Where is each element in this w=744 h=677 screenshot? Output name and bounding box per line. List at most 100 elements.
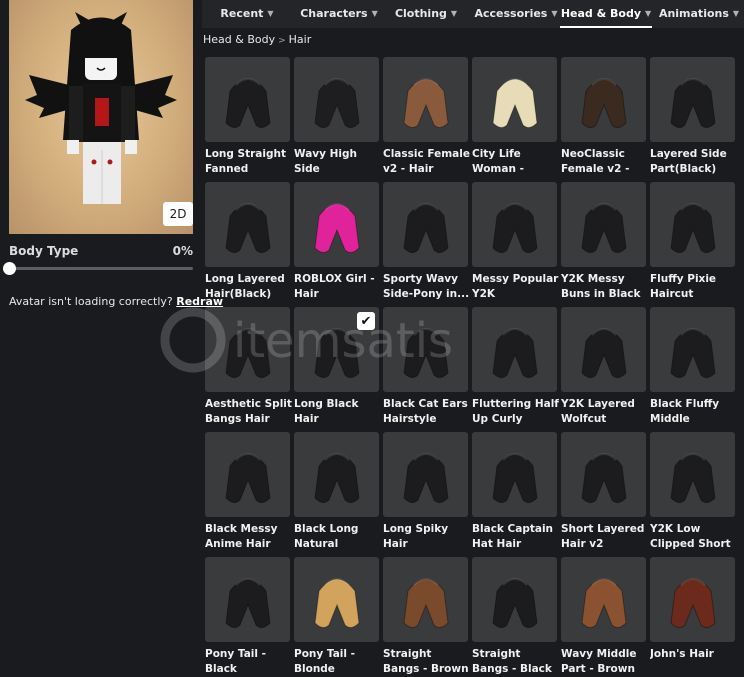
- item-card[interactable]: Y2K Messy Buns in Black: [561, 182, 646, 302]
- breadcrumb-separator: >: [278, 36, 286, 46]
- item-card[interactable]: Pony Tail - Black: [205, 557, 290, 677]
- item-thumbnail: [205, 182, 290, 267]
- item-name: Black Messy Anime Hair Buns: [205, 523, 278, 550]
- item-card[interactable]: Pony Tail - Blonde: [294, 557, 379, 677]
- body-type-slider-thumb[interactable]: [3, 262, 16, 275]
- item-thumbnail: [650, 557, 735, 642]
- item-name: Pony Tail - Blonde: [294, 648, 355, 675]
- item-thumbnail: [383, 432, 468, 517]
- item-card[interactable]: Straight Bangs - Black: [472, 557, 557, 677]
- item-name: Long Straight Fanned Hime...: [205, 148, 287, 175]
- item-name: ROBLOX Girl - Hair: [294, 273, 375, 300]
- hair-icon: [313, 202, 360, 253]
- hair-icon: [580, 452, 627, 503]
- item-card[interactable]: ✔ Long Black Hair: [294, 307, 379, 427]
- item-card[interactable]: Y2K Layered Wolfcut (Black): [561, 307, 646, 427]
- tab-label: Characters: [300, 6, 368, 20]
- item-card[interactable]: Aesthetic Split Bangs Hair in...: [205, 307, 292, 427]
- item-card[interactable]: Long Straight Fanned Hime...: [205, 57, 290, 177]
- item-thumbnail: [472, 557, 557, 642]
- item-card[interactable]: City Life Woman - Short Bob: [472, 57, 557, 177]
- item-card[interactable]: NeoClassic Female v2 - Hair: [561, 57, 646, 177]
- breadcrumb: Head & Body > Hair: [203, 33, 311, 46]
- tab-clothing[interactable]: Clothing ▼: [390, 0, 462, 26]
- avatar-preview[interactable]: 2D: [9, 0, 193, 234]
- item-grid: Long Straight Fanned Hime... Wavy High Si…: [205, 57, 741, 675]
- item-name: Pony Tail - Black: [205, 648, 266, 675]
- hair-icon: [491, 202, 538, 253]
- hair-icon: [402, 77, 449, 128]
- hair-icon: [491, 452, 538, 503]
- item-name: Fluttering Half Up Curly Hair...: [472, 398, 559, 425]
- hair-icon: [313, 452, 360, 503]
- item-thumbnail: [561, 57, 646, 142]
- item-thumbnail: [205, 557, 290, 642]
- item-card[interactable]: Long Layered Hair(Black): [205, 182, 290, 302]
- hair-icon: [224, 452, 271, 503]
- tab-animations[interactable]: Animations ▼: [654, 0, 744, 26]
- item-card[interactable]: Black Fluffy Middle Swept...: [650, 307, 735, 427]
- item-card[interactable]: Sporty Wavy Side-Pony in...: [383, 182, 469, 302]
- chevron-down-icon: ▼: [645, 8, 652, 18]
- item-card[interactable]: Black Long Natural Wavy...: [294, 432, 379, 552]
- tab-recent[interactable]: Recent ▼: [210, 0, 284, 26]
- hair-icon: [224, 577, 271, 628]
- item-thumbnail: [561, 182, 646, 267]
- item-thumbnail: [650, 57, 735, 142]
- tab-accessories[interactable]: Accessories ▼: [472, 0, 560, 26]
- item-card[interactable]: John's Hair: [650, 557, 735, 677]
- hair-icon: [669, 577, 716, 628]
- item-card[interactable]: ROBLOX Girl - Hair: [294, 182, 379, 302]
- item-card[interactable]: Fluttering Half Up Curly Hair...: [472, 307, 559, 427]
- item-name: Straight Bangs - Brown: [383, 648, 469, 675]
- chevron-down-icon: ▼: [371, 8, 378, 18]
- item-card[interactable]: Wavy High Side Ponytail(Black): [294, 57, 379, 177]
- item-name: Classic Female v2 - Hair: [383, 148, 470, 175]
- item-card[interactable]: Long Spiky Hair: [383, 432, 468, 552]
- tab-label: Head & Body: [560, 6, 642, 20]
- item-thumbnail: [383, 557, 468, 642]
- item-name: Fluffy Pixie Haircut (Black): [650, 273, 717, 300]
- tab-label: Accessories: [474, 6, 548, 20]
- body-type-slider[interactable]: [9, 267, 193, 270]
- item-thumbnail: [472, 182, 557, 267]
- item-thumbnail: [205, 307, 290, 392]
- hair-icon: [669, 77, 716, 128]
- item-card[interactable]: Short Layered Hair v2: [561, 432, 646, 552]
- item-thumbnail: [561, 432, 646, 517]
- tab-characters[interactable]: Characters ▼: [294, 0, 384, 26]
- item-thumbnail: [205, 432, 290, 517]
- chevron-down-icon: ▼: [732, 8, 740, 18]
- hair-icon: [224, 327, 271, 378]
- item-name: John's Hair: [650, 648, 714, 660]
- item-card[interactable]: Fluffy Pixie Haircut (Black): [650, 182, 735, 302]
- item-name: Y2K Layered Wolfcut (Black): [561, 398, 635, 425]
- item-card[interactable]: Black Messy Anime Hair Buns: [205, 432, 290, 552]
- hair-icon: [402, 327, 449, 378]
- item-name: Black Fluffy Middle Swept...: [650, 398, 720, 425]
- tab-label: Clothing: [394, 6, 447, 20]
- item-card[interactable]: Wavy Middle Part - Brown: [561, 557, 646, 677]
- item-thumbnail: [561, 557, 646, 642]
- item-card[interactable]: Messy Popular Y2K Aesthetic...: [472, 182, 559, 302]
- item-thumbnail: [650, 307, 735, 392]
- item-card[interactable]: Layered Side Part(Black): [650, 57, 735, 177]
- hair-icon: [669, 202, 716, 253]
- item-card[interactable]: Classic Female v2 - Hair: [383, 57, 470, 177]
- chevron-down-icon: ▼: [551, 8, 558, 18]
- item-card[interactable]: Black Cat Ears Hairstyle: [383, 307, 468, 427]
- item-card[interactable]: Black Captain Hat Hair: [472, 432, 557, 552]
- hair-icon: [402, 202, 449, 253]
- view-2d-button[interactable]: 2D: [163, 202, 193, 226]
- item-name: Black Captain Hat Hair: [472, 523, 554, 550]
- tab-head-and-body[interactable]: Head & Body ▼: [560, 0, 652, 28]
- chevron-down-icon: ▼: [450, 8, 458, 18]
- hair-icon: [669, 327, 716, 378]
- item-name: Messy Popular Y2K Aesthetic...: [472, 273, 559, 300]
- item-name: Y2K Low Clipped Short Ponytail -...: [650, 523, 731, 550]
- item-name: Long Layered Hair(Black): [205, 273, 285, 300]
- avatar-issue-text: Avatar isn't loading correctly?: [9, 295, 173, 308]
- item-card[interactable]: Y2K Low Clipped Short Ponytail -...: [650, 432, 735, 552]
- item-card[interactable]: Straight Bangs - Brown: [383, 557, 469, 677]
- breadcrumb-parent[interactable]: Head & Body: [203, 33, 275, 46]
